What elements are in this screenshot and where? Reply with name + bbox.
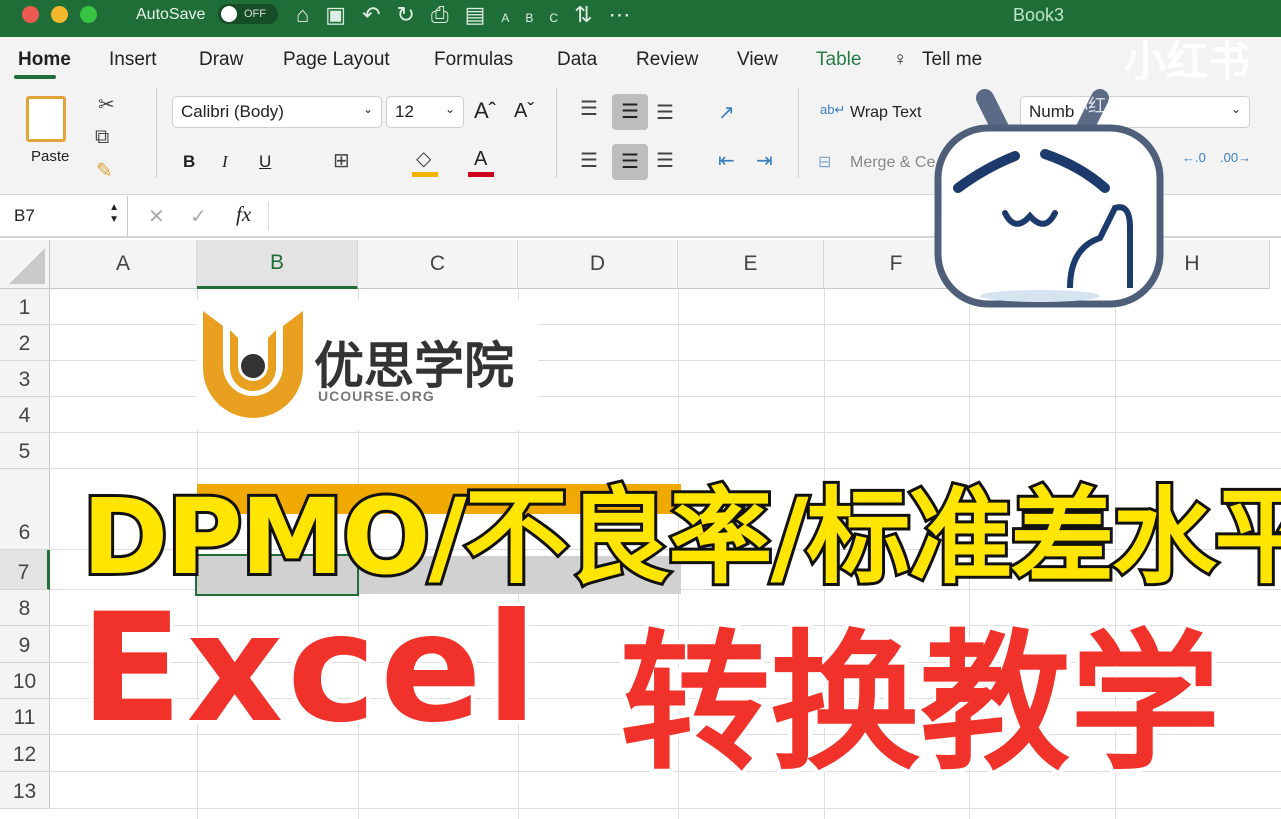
row-header-13[interactable]: 13 xyxy=(0,772,50,809)
increase-indent-icon[interactable]: ⇥ xyxy=(756,148,773,173)
column-header-C[interactable]: C xyxy=(358,240,518,289)
paste-label[interactable]: Paste xyxy=(31,148,69,165)
column-header-E[interactable]: E xyxy=(678,240,824,289)
headline-text: DPMO/不良率/标准差水平 xyxy=(79,473,1281,601)
tell-me-search[interactable]: Tell me xyxy=(922,49,982,71)
sort-icon[interactable]: ⇅ xyxy=(574,2,608,27)
undo-icon[interactable]: ↶ xyxy=(362,2,396,27)
merge-icon: ⊟ xyxy=(818,154,832,171)
save-icon[interactable]: ▣ xyxy=(325,2,362,27)
title-bar: AutoSave OFF ⌂▣↶↻⎙▤ABC⇅⋯ Book3 xyxy=(0,0,1281,37)
wrap-text-button[interactable]: Wrap Text xyxy=(850,104,921,122)
row-header-5[interactable]: 5 xyxy=(0,433,50,469)
redo-icon[interactable]: ↻ xyxy=(397,2,431,27)
orientation-icon[interactable]: ↗ xyxy=(718,100,735,125)
quick-access-toolbar[interactable]: ⌂▣↶↻⎙▤ABC⇅⋯ xyxy=(296,2,647,28)
format-painter-icon[interactable]: ✎ xyxy=(96,158,113,183)
print-icon[interactable]: ⎙ xyxy=(431,2,465,27)
fill-color-bar xyxy=(412,172,438,177)
autosave-label: AutoSave xyxy=(136,6,206,23)
row-header-3[interactable]: 3 xyxy=(0,361,50,397)
row-header-9[interactable]: 9 xyxy=(0,626,50,663)
grid-line xyxy=(50,808,1281,809)
align-right-icon[interactable]: ☰ xyxy=(656,148,674,173)
tab-draw[interactable]: Draw xyxy=(199,49,243,71)
align-left-icon[interactable]: ☰ xyxy=(580,148,598,173)
row-header-2[interactable]: 2 xyxy=(0,325,50,361)
paste-icon[interactable] xyxy=(26,96,66,142)
italic-button[interactable]: I xyxy=(222,152,228,172)
tab-formulas[interactable]: Formulas xyxy=(434,49,513,71)
minimize-window-button[interactable] xyxy=(51,6,68,23)
grid-line xyxy=(50,432,1281,433)
row-header-4[interactable]: 4 xyxy=(0,397,50,433)
font-name-select[interactable]: Calibri (Body) ⌄ xyxy=(172,96,382,128)
spelling-icon[interactable]: ABC xyxy=(501,11,574,25)
maximize-window-button[interactable] xyxy=(80,6,97,23)
tab-review[interactable]: Review xyxy=(636,49,698,71)
decrease-decimal-icon[interactable]: .00→ xyxy=(1220,150,1251,165)
merge-center-button[interactable]: Merge & Ce xyxy=(850,154,935,172)
column-header-A[interactable]: A xyxy=(50,240,197,289)
subtitle-cn: 转换教学 xyxy=(616,613,1224,795)
increase-font-icon[interactable]: Aˆ xyxy=(474,98,496,124)
mascot-sticker xyxy=(930,88,1170,308)
row-header-7[interactable]: 7 xyxy=(0,550,50,590)
tab-data[interactable]: Data xyxy=(557,49,597,71)
align-middle-icon[interactable]: ☰ xyxy=(612,94,648,130)
tab-insert[interactable]: Insert xyxy=(109,49,157,71)
font-size-select[interactable]: 12 ⌄ xyxy=(386,96,464,128)
name-box[interactable]: B7 ▲ ▼ xyxy=(0,196,128,236)
select-all-button[interactable] xyxy=(0,240,50,289)
close-window-button[interactable] xyxy=(22,6,39,23)
row-header-1[interactable]: 1 xyxy=(0,289,50,325)
align-top-icon[interactable]: ☰ xyxy=(580,96,598,121)
bold-button[interactable]: B xyxy=(183,152,195,172)
cancel-icon[interactable]: ✕ xyxy=(148,204,165,229)
lightbulb-icon: ♀ xyxy=(893,49,908,70)
subtitle-excel: Excel xyxy=(76,578,542,760)
tab-page-layout[interactable]: Page Layout xyxy=(283,49,390,71)
fill-color-icon[interactable]: ◇ xyxy=(416,146,431,171)
column-header-B[interactable]: B xyxy=(197,240,358,289)
ribbon-tabs: Home Insert Draw Page Layout Formulas Da… xyxy=(0,37,1281,88)
window-title: Book3 xyxy=(1013,5,1065,25)
row-header-6[interactable]: 6 xyxy=(0,469,50,550)
home-icon[interactable]: ⌂ xyxy=(296,2,325,27)
watermark-id: 小红书 ID: ucourse xyxy=(1070,96,1222,116)
logo-site: UCOURSE.ORG xyxy=(318,388,435,404)
increase-decimal-icon[interactable]: ←.0 xyxy=(1182,150,1206,165)
row-header-8[interactable]: 8 xyxy=(0,590,50,626)
tab-view[interactable]: View xyxy=(737,49,778,71)
save-as-icon[interactable]: ▤ xyxy=(465,2,502,27)
wrap-text-icon: ab↵ xyxy=(820,102,846,117)
ucourse-logo: 优思学院 UCOURSE.ORG xyxy=(196,300,538,430)
cut-icon[interactable]: ✂ xyxy=(98,92,115,117)
underline-button[interactable]: U xyxy=(259,152,271,172)
align-bottom-icon[interactable]: ☰ xyxy=(656,100,674,125)
column-header-D[interactable]: D xyxy=(518,240,678,289)
enter-icon[interactable]: ✓ xyxy=(190,204,207,229)
decrease-font-icon[interactable]: Aˇ xyxy=(514,100,534,123)
tab-home[interactable]: Home xyxy=(18,49,71,71)
align-center-icon[interactable]: ☰ xyxy=(612,144,648,180)
row-header-11[interactable]: 11 xyxy=(0,699,50,735)
decrease-indent-icon[interactable]: ⇤ xyxy=(718,148,735,173)
row-header-10[interactable]: 10 xyxy=(0,663,50,699)
copy-icon[interactable]: ⧉ xyxy=(95,126,109,149)
autosave-toggle[interactable]: OFF xyxy=(218,4,278,24)
more-icon[interactable]: ⋯ xyxy=(609,2,647,27)
watermark-brand: 小红书 xyxy=(1124,38,1251,85)
font-color-bar xyxy=(468,172,494,177)
tab-table[interactable]: Table xyxy=(816,49,861,71)
row-header-12[interactable]: 12 xyxy=(0,735,50,772)
borders-icon[interactable]: ⊞ xyxy=(333,148,350,173)
function-icon[interactable]: fx xyxy=(236,202,251,227)
font-color-button[interactable]: A xyxy=(474,148,487,171)
